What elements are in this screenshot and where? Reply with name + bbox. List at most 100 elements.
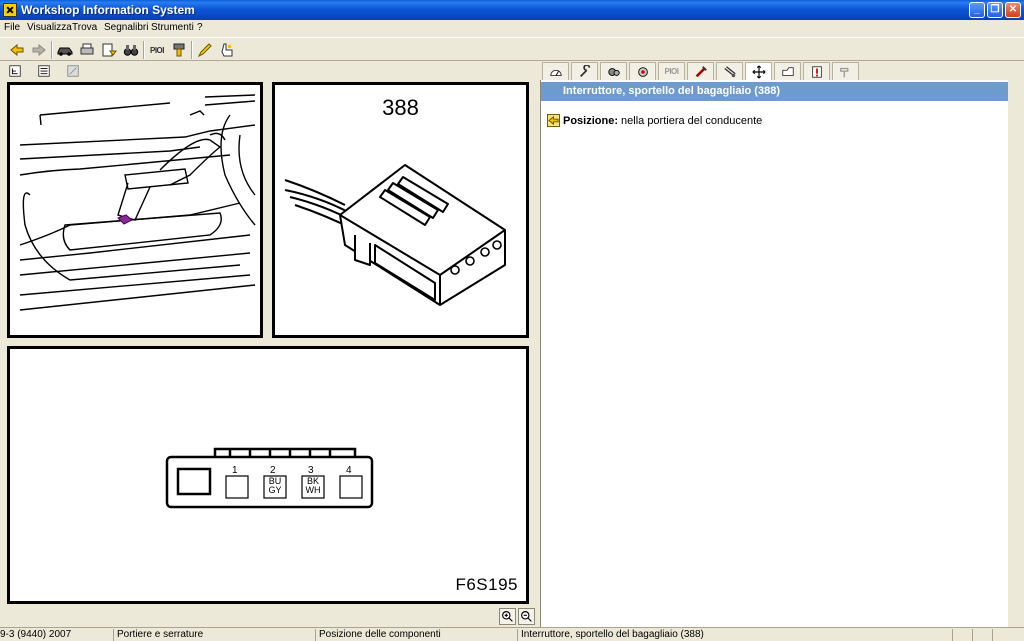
export-button[interactable]	[99, 41, 119, 59]
connector-number-label: 388	[382, 95, 419, 120]
highlight-button[interactable]	[195, 41, 215, 59]
secondary-toolbar: PIOI	[0, 61, 1024, 80]
pin-2-colors: BU GY	[267, 477, 283, 495]
pin-3-number: 3	[308, 465, 314, 476]
hammer-icon	[839, 67, 848, 77]
position-row: Posizione: nella portiera del conducente	[547, 114, 762, 127]
menu-segnalibri[interactable]: Segnalibri	[104, 22, 148, 33]
app-logo-icon	[3, 3, 17, 17]
pointer-button[interactable]	[217, 41, 237, 59]
zoom-in-icon	[502, 611, 513, 622]
info-pane: Interruttore, sportello del bagagliaio (…	[540, 80, 1009, 627]
move-arrows-icon	[751, 64, 766, 79]
restore-button[interactable]: ❐	[987, 2, 1003, 18]
minimize-button[interactable]: _	[969, 2, 985, 18]
gauge-icon	[549, 69, 562, 76]
tab-specs[interactable]	[832, 62, 859, 80]
figure-code-label: F6S195	[455, 575, 518, 594]
pin-3-colors: BK WH	[305, 477, 321, 495]
door-illustration-panel	[7, 82, 263, 338]
position-label: Posizione:	[563, 114, 619, 127]
tree-icon	[9, 64, 21, 77]
zoom-out-button[interactable]	[518, 608, 535, 625]
tools-icon	[173, 43, 185, 57]
figure-pane: 388 1 2 3 4 BU GY BK WH F6S195	[0, 80, 536, 627]
zoom-in-button[interactable]	[499, 608, 516, 625]
printer-icon	[80, 43, 94, 55]
tab-brakes[interactable]	[629, 62, 656, 80]
tab-electrical[interactable]	[687, 62, 714, 80]
body-panel-icon	[781, 66, 794, 76]
pin-1-number: 1	[232, 465, 238, 476]
menu-visualizza[interactable]: Visualizza	[27, 22, 72, 33]
arrow-right-icon	[32, 43, 46, 57]
status-section: Portiere e serrature	[113, 629, 315, 641]
tab-pioi[interactable]: PIOI	[658, 62, 685, 80]
status-pane-2	[972, 629, 992, 641]
car-icon	[57, 47, 73, 56]
arrow-back-icon[interactable]	[547, 114, 560, 127]
status-pane-1	[952, 629, 972, 641]
tab-body[interactable]	[774, 62, 801, 80]
title-bar[interactable]: Workshop Information System _ ❐ ✕	[0, 0, 1024, 20]
diagnostics-button[interactable]	[169, 41, 189, 59]
pioi-button[interactable]: PIOI	[147, 41, 167, 59]
binoculars-icon	[123, 45, 139, 56]
search-button[interactable]	[121, 41, 141, 59]
tab-position[interactable]	[745, 62, 772, 80]
wires-icon	[723, 65, 736, 77]
pin-2-number: 2	[270, 465, 276, 476]
menu-help[interactable]: ?	[197, 22, 203, 33]
pin-4-number: 4	[346, 465, 352, 476]
list-view-button[interactable]	[35, 62, 53, 79]
status-component: Interruttore, sportello del bagagliaio (…	[517, 629, 952, 641]
picture-icon	[67, 64, 79, 77]
hand-pointer-icon	[221, 43, 233, 57]
status-view: Posizione delle componenti	[315, 629, 517, 641]
print-button[interactable]	[77, 41, 97, 59]
connector-pinout-panel: 1 2 3 4 BU GY BK WH F6S195	[7, 346, 529, 604]
list-icon	[38, 64, 50, 77]
tab-warnings[interactable]	[803, 62, 830, 80]
window-title: Workshop Information System	[21, 3, 195, 17]
pin-3-color-2: WH	[305, 485, 321, 495]
disc-icon	[637, 66, 648, 77]
menu-strumenti[interactable]: Strumenti	[151, 22, 194, 33]
close-button[interactable]: ✕	[1005, 2, 1021, 18]
menu-file[interactable]: File	[4, 22, 20, 33]
tab-pioi-label: PIOI	[664, 67, 679, 76]
right-scroll-area[interactable]	[1008, 80, 1024, 627]
pencil-icon	[197, 43, 212, 58]
tab-overview[interactable]	[542, 62, 569, 80]
vehicle-button[interactable]	[55, 41, 75, 59]
document-arrow-icon	[102, 43, 117, 57]
forward-button[interactable]	[29, 41, 49, 59]
connector-illustration-panel: 388	[272, 82, 529, 338]
spark-plug-icon	[695, 65, 707, 77]
door-location-illustration	[19, 94, 256, 311]
status-bar: 9-3 (9440) 2007 Portiere e serrature Pos…	[0, 627, 1024, 641]
tab-repair[interactable]	[571, 62, 598, 80]
main-toolbar: PIOI	[0, 37, 1024, 61]
menu-trova[interactable]: Trova	[72, 22, 97, 33]
wrench-icon	[579, 64, 590, 77]
menu-bar: File Visualizza Trova Segnalibri Strumen…	[0, 20, 1024, 37]
tree-view-button[interactable]	[6, 62, 24, 79]
warning-icon	[811, 65, 822, 78]
status-vehicle: 9-3 (9440) 2007	[0, 629, 72, 640]
pin-2-color-2: GY	[268, 485, 282, 495]
app-window: Workshop Information System _ ❐ ✕ File V…	[0, 0, 1024, 641]
tab-wiring[interactable]	[716, 62, 743, 80]
gears-icon	[607, 67, 620, 76]
tab-engine[interactable]	[600, 62, 627, 80]
image-view-button[interactable]	[64, 62, 82, 79]
component-header: Interruttore, sportello del bagagliaio (…	[541, 82, 1009, 101]
connector-drawing	[284, 164, 506, 306]
position-value: nella portiera del conducente	[621, 114, 763, 127]
arrow-left-icon	[10, 43, 24, 57]
pinout-diagram	[165, 447, 374, 509]
back-button[interactable]	[7, 41, 27, 59]
zoom-out-icon	[521, 611, 532, 622]
pioi-label: PIOI	[149, 45, 165, 55]
status-pane-3	[992, 629, 1024, 641]
